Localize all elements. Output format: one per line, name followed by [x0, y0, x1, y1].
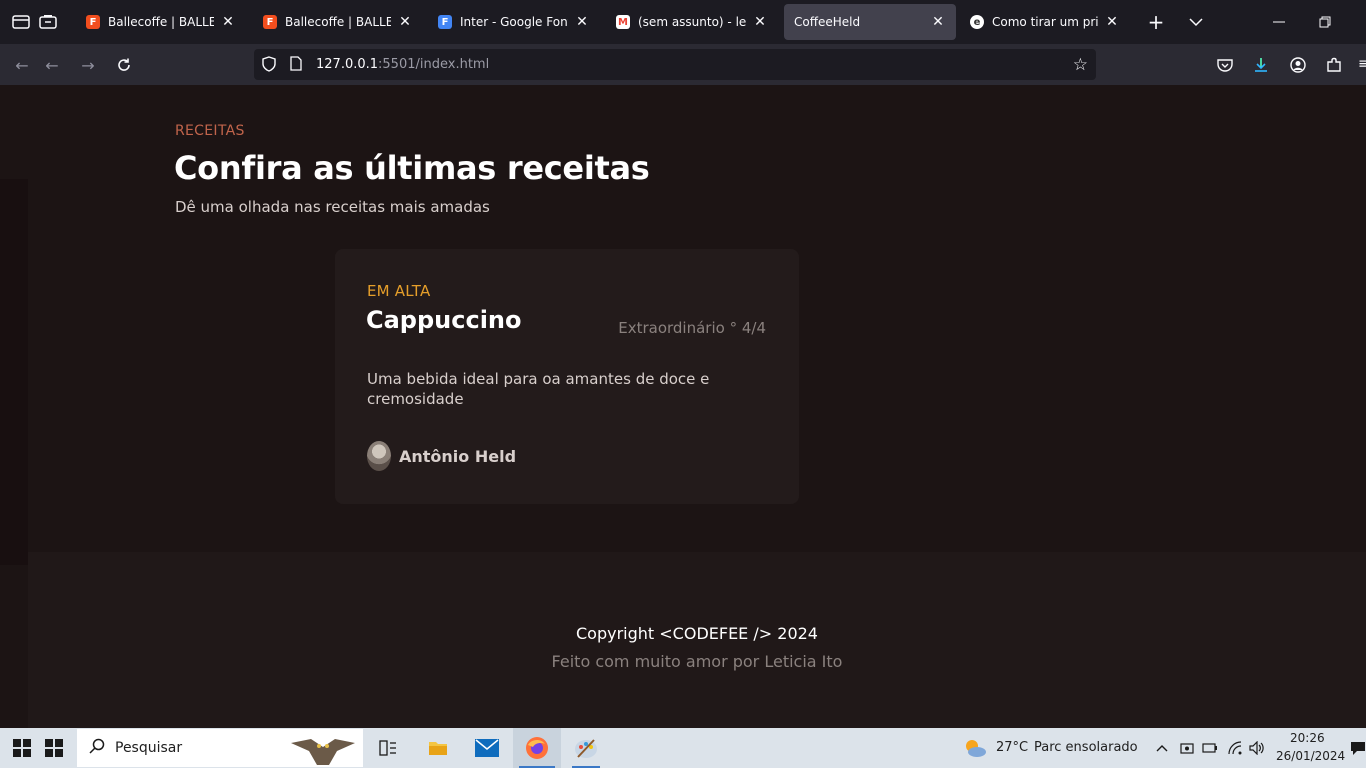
- weather-description[interactable]: Parc ensolarado: [1034, 740, 1138, 755]
- side-strip: [0, 179, 28, 565]
- firefox-view-icon[interactable]: [7, 8, 35, 36]
- meet-now-icon[interactable]: [1178, 728, 1196, 768]
- list-tabs-icon[interactable]: [1182, 8, 1210, 36]
- google-fonts-icon: F: [438, 15, 452, 29]
- footer-copyright: Copyright <CODEFEE /> 2024: [576, 624, 818, 643]
- paint-icon[interactable]: [566, 728, 606, 768]
- clock-time[interactable]: 20:26: [1290, 731, 1325, 745]
- back-icon[interactable]: ←: [39, 52, 65, 78]
- url-path: :5501/index.html: [378, 57, 490, 72]
- volume-icon[interactable]: [1248, 728, 1266, 768]
- browser-tab-strip: F Ballecoffe | BALLERINI ✕ F Ballecoffe …: [0, 0, 1366, 44]
- weather-temperature[interactable]: 27°C: [996, 740, 1028, 755]
- section-label: RECEITAS: [175, 123, 245, 139]
- tab-title: Ballecoffe | BALLERINI: [285, 15, 391, 29]
- windows-taskbar: Pesquisar 27°C Parc ensolarado 20:26 26/…: [0, 728, 1366, 768]
- gmail-icon: M: [616, 15, 630, 29]
- browser-tab[interactable]: F Inter - Google Fonts ✕: [428, 4, 600, 40]
- taskbar-search[interactable]: Pesquisar: [77, 729, 363, 767]
- edge-icon: e: [970, 15, 984, 29]
- forward-icon[interactable]: →: [75, 52, 101, 78]
- recipe-author: Antônio Held: [367, 441, 516, 471]
- extensions-icon[interactable]: [1321, 52, 1347, 78]
- clock-date[interactable]: 26/01/2024: [1276, 749, 1345, 763]
- recipe-card[interactable]: EM ALTA Cappuccino Extraordinário ° 4/4 …: [335, 249, 799, 504]
- footer-credit: Feito com muito amor por Leticia Ito: [551, 652, 843, 671]
- recipe-rating: Extraordinário ° 4/4: [618, 319, 766, 337]
- owl-highlight-icon: [289, 729, 357, 768]
- weather-icon[interactable]: [962, 728, 988, 768]
- section-title: Confira as últimas receitas: [174, 149, 650, 187]
- close-tab-icon[interactable]: ✕: [1104, 14, 1120, 30]
- downloads-icon[interactable]: [1248, 52, 1274, 78]
- figma-icon: F: [263, 15, 277, 29]
- bookmark-star-icon[interactable]: ☆: [1073, 55, 1088, 75]
- reload-icon[interactable]: [111, 52, 137, 78]
- author-name: Antônio Held: [399, 446, 517, 466]
- task-view-icon[interactable]: [374, 728, 402, 768]
- tab-manager-icon[interactable]: [34, 8, 62, 36]
- new-tab-icon[interactable]: +: [1142, 8, 1170, 36]
- minimize-icon[interactable]: [1265, 8, 1293, 36]
- close-tab-icon[interactable]: ✕: [220, 14, 236, 30]
- firefox-taskbar-icon[interactable]: [513, 728, 561, 768]
- web-page: RECEITAS Confira as últimas receitas Dê …: [0, 85, 1366, 728]
- browser-tab[interactable]: F Ballecoffe | BALLERINI ✕: [253, 4, 423, 40]
- search-icon: [89, 738, 105, 758]
- close-tab-icon[interactable]: ✕: [574, 14, 590, 30]
- tab-title: (sem assunto) - leticia: [638, 15, 746, 29]
- url-text[interactable]: 127.0.0.1:5501/index.html: [316, 57, 489, 72]
- sidebar-back-icon[interactable]: ←: [9, 52, 35, 78]
- tab-title: Ballecoffe | BALLERINI: [108, 15, 214, 29]
- url-bar[interactable]: 127.0.0.1:5501/index.html ☆: [254, 49, 1096, 80]
- mail-icon[interactable]: [469, 728, 505, 768]
- browser-tab-active[interactable]: CoffeeHeld ✕: [784, 4, 956, 40]
- notifications-icon[interactable]: [1350, 728, 1366, 768]
- close-tab-icon[interactable]: ✕: [930, 14, 946, 30]
- wifi-icon[interactable]: [1226, 728, 1244, 768]
- shield-icon[interactable]: [262, 56, 276, 76]
- url-host: 127.0.0.1: [316, 57, 379, 72]
- browser-tab[interactable]: M (sem assunto) - leticia ✕: [606, 4, 778, 40]
- recipe-title: Cappuccino: [366, 306, 522, 334]
- account-icon[interactable]: [1285, 52, 1311, 78]
- menu-icon[interactable]: ≡: [1358, 56, 1366, 74]
- chevron-up-icon[interactable]: [1153, 728, 1171, 768]
- figma-icon: F: [86, 15, 100, 29]
- avatar: [367, 441, 391, 471]
- windows-logo-icon[interactable]: [40, 728, 68, 768]
- restore-icon[interactable]: [1311, 8, 1339, 36]
- tab-title: Inter - Google Fonts: [460, 15, 568, 29]
- tab-title: CoffeeHeld: [794, 15, 861, 29]
- search-placeholder: Pesquisar: [115, 740, 183, 756]
- windows-start-icon[interactable]: [8, 728, 36, 768]
- pocket-icon[interactable]: [1212, 52, 1238, 78]
- file-explorer-icon[interactable]: [420, 728, 456, 768]
- browser-tab[interactable]: e Como tirar um print sc ✕: [960, 4, 1130, 40]
- page-icon[interactable]: [290, 56, 302, 75]
- browser-tab[interactable]: F Ballecoffe | BALLERINI ✕: [76, 4, 246, 40]
- footer: Copyright <CODEFEE /> 2024 Feito com mui…: [28, 552, 1366, 728]
- close-tab-icon[interactable]: ✕: [752, 14, 768, 30]
- section-subtitle: Dê uma olhada nas receitas mais amadas: [175, 198, 490, 216]
- recipe-description: Uma bebida ideal para oa amantes de doce…: [367, 370, 710, 408]
- tab-title: Como tirar um print sc: [992, 15, 1098, 29]
- close-tab-icon[interactable]: ✕: [397, 14, 413, 30]
- trending-badge: EM ALTA: [367, 282, 431, 300]
- battery-plug-icon[interactable]: [1201, 728, 1219, 768]
